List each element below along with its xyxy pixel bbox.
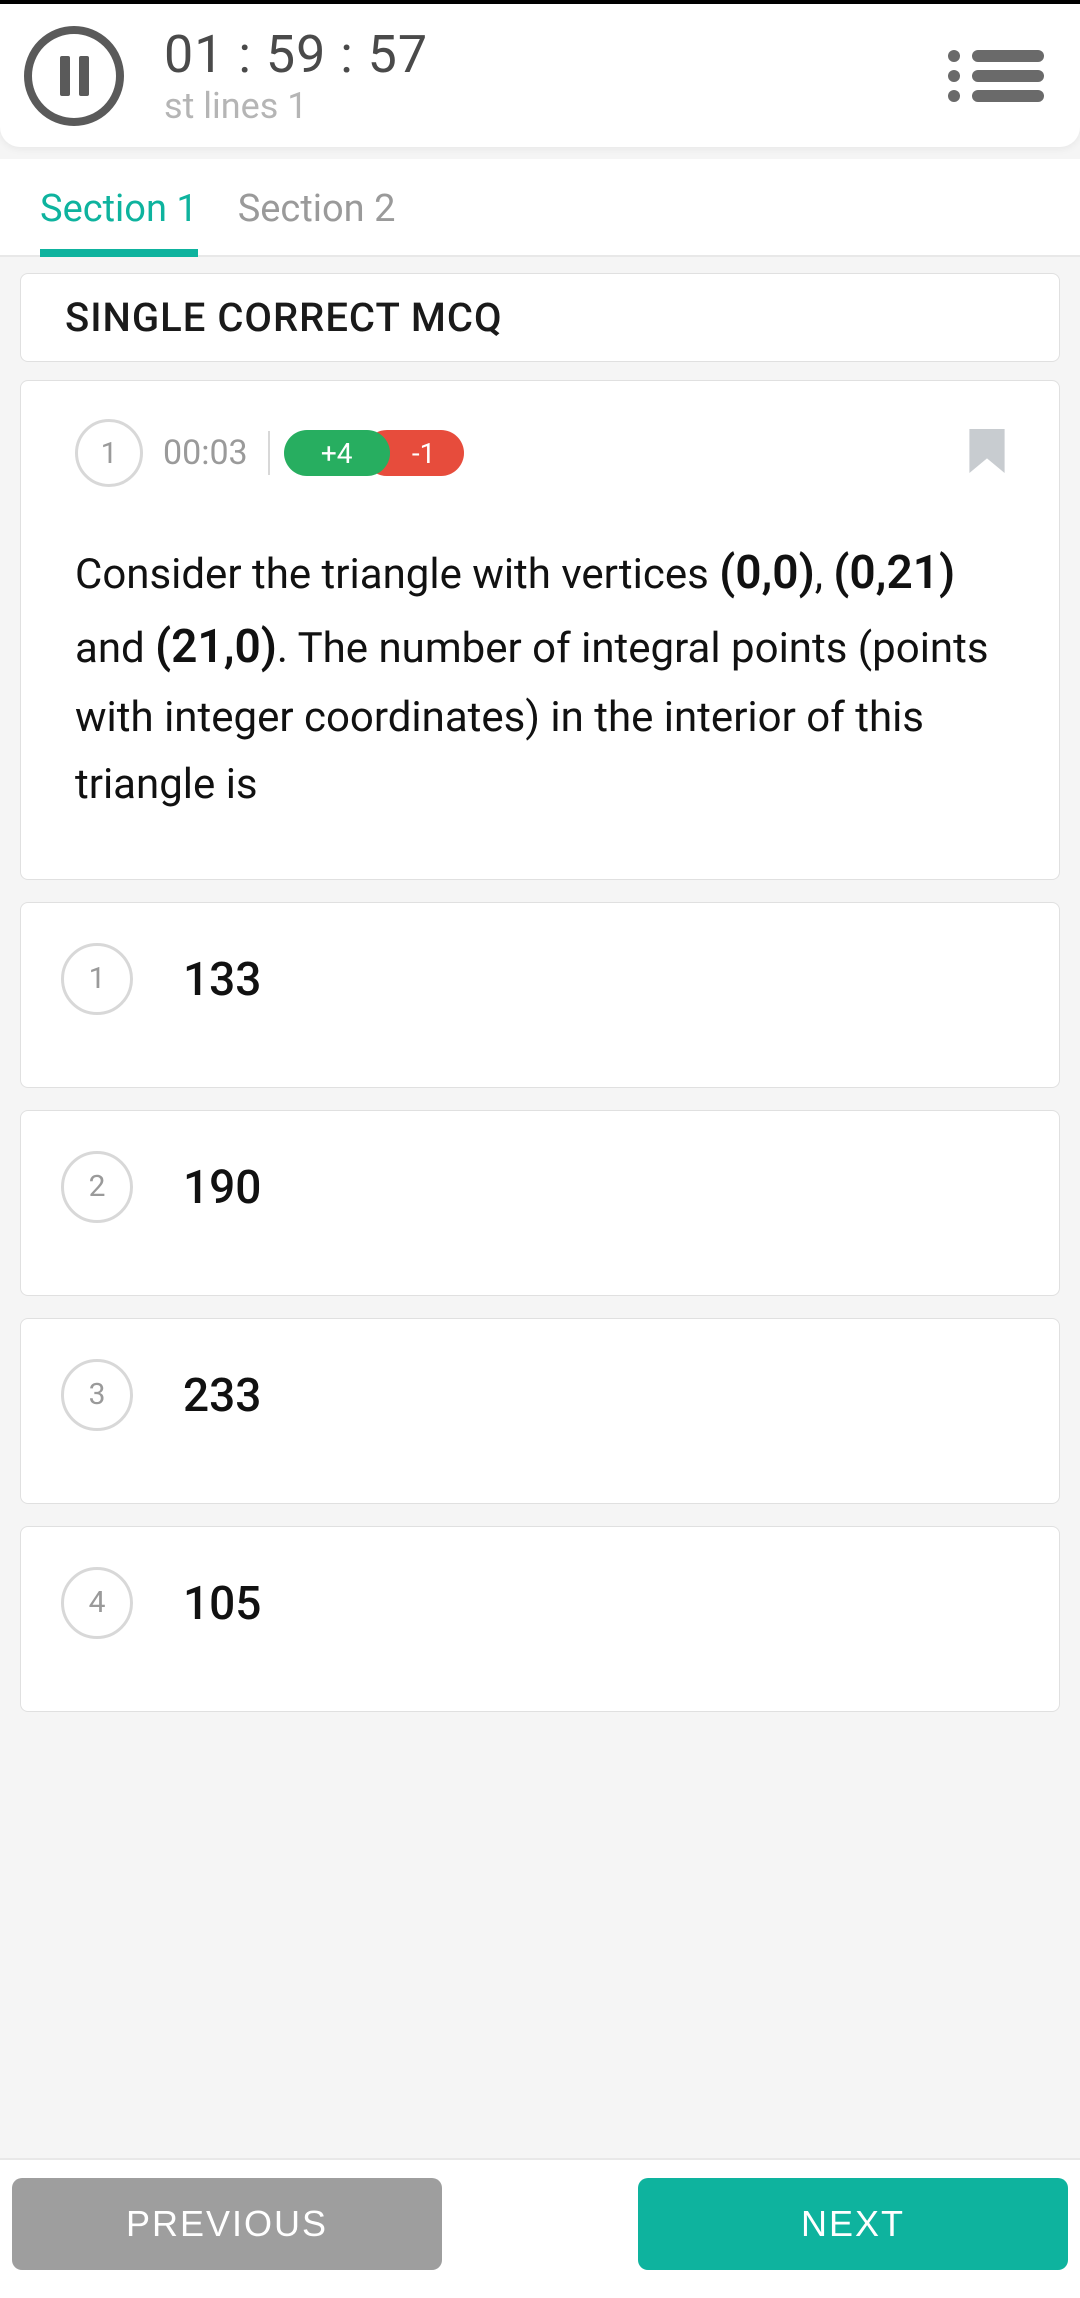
positive-marks-pill: +4	[284, 430, 390, 476]
option-number: 3	[61, 1359, 133, 1431]
q-text-coord: (0,21)	[833, 546, 955, 600]
question-type-label: SINGLE CORRECT MCQ	[20, 273, 1060, 362]
marks-pills: +4 -1	[284, 430, 464, 476]
next-button[interactable]: NEXT	[638, 2178, 1068, 2270]
option-text: 190	[183, 1161, 261, 1215]
bookmark-button[interactable]	[969, 429, 1005, 477]
option-text: 133	[183, 953, 261, 1007]
question-card: 1 00:03 +4 -1 Consider the triangle with…	[20, 380, 1060, 880]
q-text-coord: (21,0)	[155, 620, 277, 674]
option-4[interactable]: 4 105	[20, 1526, 1060, 1712]
footer-nav: PREVIOUS NEXT	[0, 2158, 1080, 2298]
option-1[interactable]: 1 133	[20, 902, 1060, 1088]
timer-block: 01 : 59 : 57 st lines 1	[164, 24, 942, 127]
option-number: 4	[61, 1567, 133, 1639]
tab-section-1[interactable]: Section 1	[40, 159, 198, 255]
question-number: 1	[75, 419, 143, 487]
question-text: Consider the triangle with vertices (0,0…	[75, 537, 1005, 819]
option-2[interactable]: 2 190	[20, 1110, 1060, 1296]
pause-icon	[60, 56, 89, 96]
menu-icon	[948, 70, 1044, 82]
option-text: 233	[183, 1369, 261, 1423]
previous-button[interactable]: PREVIOUS	[12, 2178, 442, 2270]
timer-text: 01 : 59 : 57	[164, 24, 942, 85]
section-tabs: Section 1 Section 2	[0, 159, 1080, 257]
option-3[interactable]: 3 233	[20, 1318, 1060, 1504]
tab-section-2[interactable]: Section 2	[238, 159, 396, 255]
menu-icon	[948, 50, 1044, 62]
question-time: 00:03	[163, 433, 248, 473]
q-text-seg: Consider the triangle with vertices	[75, 550, 719, 599]
option-number: 2	[61, 1151, 133, 1223]
q-text-coord: (0,0)	[719, 546, 814, 600]
bookmark-icon	[969, 429, 1005, 473]
menu-icon	[948, 90, 1044, 102]
q-text-seg: and	[75, 624, 155, 673]
meta-divider	[268, 431, 270, 475]
content-area: SINGLE CORRECT MCQ 1 00:03 +4 -1 Conside…	[0, 257, 1080, 1728]
menu-button[interactable]	[942, 36, 1050, 116]
question-meta: 1 00:03 +4 -1	[75, 419, 1005, 487]
q-text-seg: ,	[815, 550, 834, 599]
header: 01 : 59 : 57 st lines 1	[0, 4, 1080, 147]
option-text: 105	[183, 1577, 261, 1631]
pause-button[interactable]	[24, 26, 124, 126]
test-subtitle: st lines 1	[164, 85, 942, 127]
option-number: 1	[61, 943, 133, 1015]
